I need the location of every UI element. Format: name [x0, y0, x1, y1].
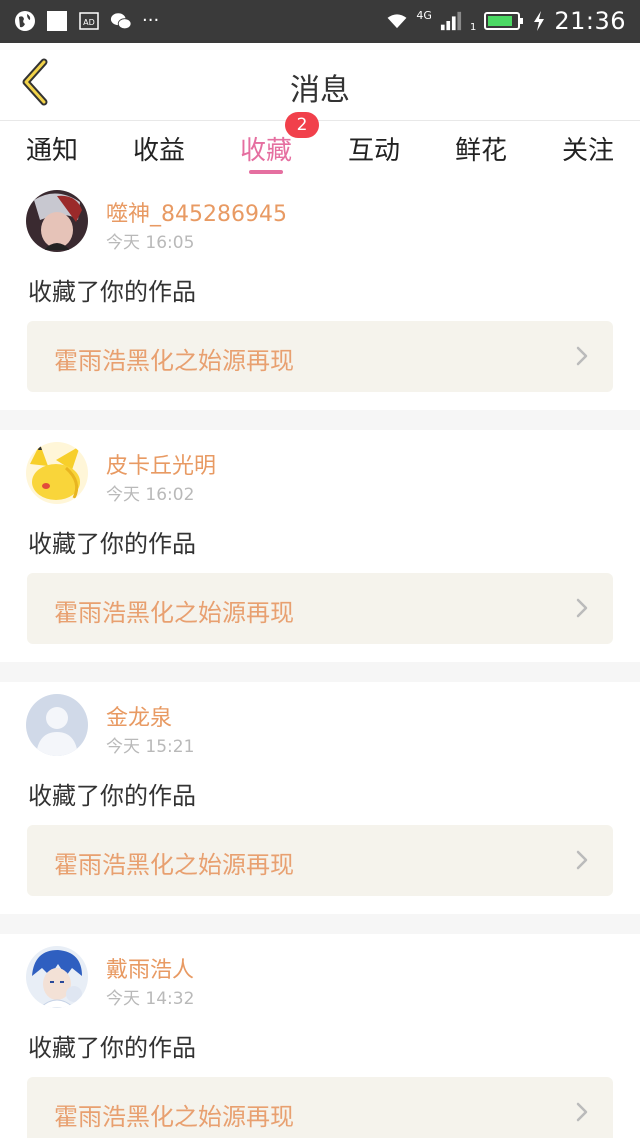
username[interactable]: 戴雨浩人 — [106, 952, 194, 984]
page-title: 消息 — [290, 73, 350, 108]
action-text: 收藏了你的作品 — [28, 530, 196, 558]
message-card: 金龙泉 今天 15:21 收藏了你的作品 霍雨浩黑化之始源再现 — [0, 682, 640, 914]
work-title: 霍雨浩黑化之始源再现 — [54, 1103, 294, 1131]
wechat-icon — [110, 10, 132, 32]
battery-icon — [484, 10, 524, 32]
work-link[interactable]: 霍雨浩黑化之始源再现 — [27, 1077, 613, 1138]
globe-icon — [14, 10, 36, 32]
avatar[interactable] — [26, 694, 88, 756]
avatar[interactable] — [26, 190, 88, 252]
message-list: 噬神_845286945 今天 16:05 收藏了你的作品 霍雨浩黑化之始源再现… — [0, 178, 640, 1138]
avatar[interactable] — [26, 946, 88, 1008]
tab-notifications[interactable]: 通知 — [12, 130, 92, 167]
ad-icon: AD — [78, 10, 100, 32]
tab-bar: 通知 收益 收藏 互动 鲜花 关注 — [0, 122, 640, 178]
timestamp: 今天 14:32 — [106, 989, 195, 1009]
tab-interactions[interactable]: 互动 — [334, 130, 414, 167]
work-link[interactable]: 霍雨浩黑化之始源再现 — [27, 321, 613, 392]
unread-badge: 2 — [285, 112, 319, 138]
divider — [0, 662, 640, 682]
clock: 21:36 — [554, 7, 626, 35]
active-tab-indicator — [249, 170, 283, 174]
work-link[interactable]: 霍雨浩黑化之始源再现 — [27, 573, 613, 644]
status-left-icons: AD ··· — [14, 9, 159, 33]
work-title: 霍雨浩黑化之始源再现 — [54, 851, 294, 879]
action-text: 收藏了你的作品 — [28, 278, 196, 306]
work-link[interactable]: 霍雨浩黑化之始源再现 — [27, 825, 613, 896]
action-text: 收藏了你的作品 — [28, 1034, 196, 1062]
message-card: 皮卡丘光明 今天 16:02 收藏了你的作品 霍雨浩黑化之始源再现 — [0, 430, 640, 662]
action-text: 收藏了你的作品 — [28, 782, 196, 810]
tab-following[interactable]: 关注 — [548, 130, 628, 167]
tab-earnings[interactable]: 收益 — [119, 130, 199, 167]
chevron-right-icon — [576, 850, 588, 870]
username[interactable]: 噬神_845286945 — [106, 196, 287, 228]
message-card: 噬神_845286945 今天 16:05 收藏了你的作品 霍雨浩黑化之始源再现 — [0, 178, 640, 410]
divider — [0, 914, 640, 934]
work-title: 霍雨浩黑化之始源再现 — [54, 599, 294, 627]
more-notifications: ··· — [142, 10, 160, 31]
username[interactable]: 金龙泉 — [106, 700, 172, 732]
chevron-right-icon — [576, 598, 588, 618]
chevron-right-icon — [576, 1102, 588, 1122]
message-card: 戴雨浩人 今天 14:32 收藏了你的作品 霍雨浩黑化之始源再现 — [0, 934, 640, 1138]
charging-icon — [532, 10, 546, 32]
timestamp: 今天 16:05 — [106, 233, 195, 253]
timestamp: 今天 16:02 — [106, 485, 195, 505]
square-icon — [46, 10, 68, 32]
work-title: 霍雨浩黑化之始源再现 — [54, 347, 294, 375]
svg-text:AD: AD — [83, 18, 95, 27]
divider — [0, 410, 640, 430]
chevron-right-icon — [576, 346, 588, 366]
signal-icon — [440, 10, 462, 32]
header: 消息 — [0, 43, 640, 121]
signal-sub: 1 — [469, 22, 477, 33]
tab-flowers[interactable]: 鲜花 — [441, 130, 521, 167]
avatar[interactable] — [26, 442, 88, 504]
status-right-icons: 4G 1 21:36 — [386, 7, 626, 35]
network-type: 4G — [416, 9, 432, 22]
status-bar: AD ··· 4G 1 21:36 — [0, 0, 640, 43]
username[interactable]: 皮卡丘光明 — [106, 448, 216, 480]
wifi-icon — [386, 10, 408, 32]
timestamp: 今天 15:21 — [106, 737, 195, 757]
